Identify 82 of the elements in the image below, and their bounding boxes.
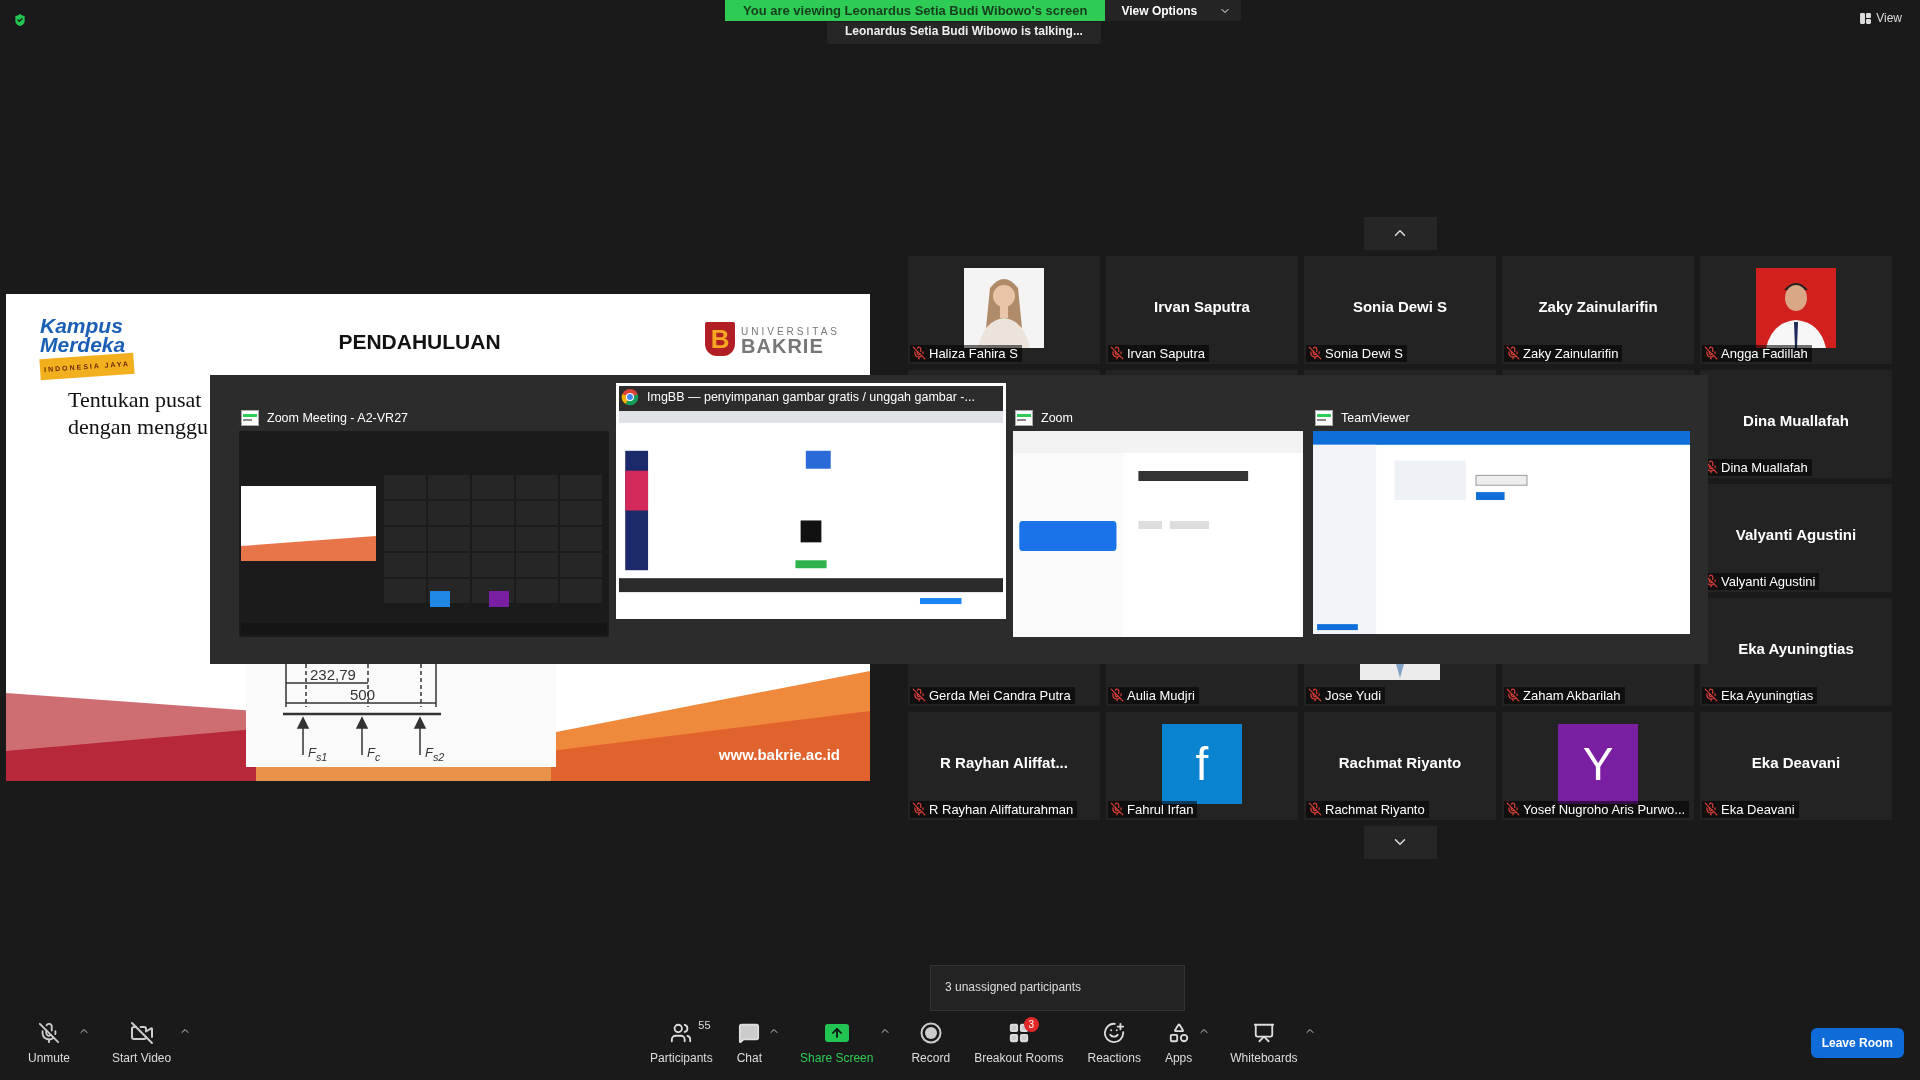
force-label: F$_{s1}$: [308, 745, 328, 763]
participant-display-name: Eka Ayuningtias: [1738, 640, 1854, 657]
avatar-letter: Y: [1582, 736, 1614, 791]
security-shield-icon: [12, 12, 28, 28]
active-speaker-label: Leonardus Setia Budi Wibowo is talking...: [827, 22, 1101, 44]
participant-name: Eka Ayuningtias: [1721, 687, 1814, 703]
window-option[interactable]: Zoom Meeting - A2-VR27: [236, 405, 612, 640]
logo-text: BAKRIE: [741, 339, 825, 353]
dimension-label: 500: [350, 686, 376, 703]
share-button[interactable]: Share Screen: [790, 1020, 884, 1065]
participant-name: R Rayhan Aliffaturahman: [929, 801, 1074, 817]
whiteboards-button[interactable]: Whiteboards: [1220, 1020, 1308, 1065]
mute-button[interactable]: Unmute: [18, 1020, 81, 1065]
participants-button[interactable]: 55 Participants: [640, 1020, 723, 1065]
participant-display-name: Dina Muallafah: [1743, 412, 1849, 429]
window-option[interactable]: Zoom: [1010, 405, 1306, 640]
screen-share-banner: You are viewing Leonardus Setia Budi Wibowo's screen: [725, 0, 1106, 21]
participant-name: Sonia Dewi S: [1325, 345, 1404, 361]
share-screen-icon: [824, 1023, 849, 1042]
force-label: F$_{s2}$: [425, 745, 445, 763]
view-button[interactable]: View: [1853, 10, 1908, 26]
participant-name: Yosef Nugroho Aris Purwo...: [1523, 801, 1686, 817]
force-label: F$_{c}$: [367, 745, 381, 763]
whiteboard-icon: [1252, 1021, 1275, 1044]
participant-name: Zaky Zainularifin: [1523, 345, 1619, 361]
participant-display-name: Zaky Zainularifin: [1538, 298, 1658, 315]
count-badge: 3: [1023, 1016, 1039, 1032]
view-options-button[interactable]: View Options: [1105, 0, 1242, 21]
window-title: Zoom Meeting - A2-VR27: [267, 411, 409, 425]
participant-name: Valyanti Agustini: [1721, 573, 1816, 589]
video-button[interactable]: Start Video: [102, 1020, 182, 1065]
window-option[interactable]: ImgBB — penyimpanan gambar gratis / unggah gambar -...: [616, 383, 1006, 619]
slide-text-line: dengan menggu: [68, 413, 208, 440]
browser-icon: [621, 388, 639, 406]
reactions-icon: [1103, 1021, 1126, 1044]
window-icon: [241, 410, 259, 426]
participant-display-name: Sonia Dewi S: [1352, 298, 1448, 315]
apps-button[interactable]: Apps: [1154, 1020, 1203, 1065]
window-title: TeamViewer: [1341, 411, 1410, 425]
window-title: ImgBB — penyimpanan gambar gratis / unggah gambar -...: [647, 390, 975, 404]
participant-name: Irvan Saputra: [1127, 345, 1206, 361]
record-icon: [919, 1021, 942, 1044]
window-option[interactable]: TeamViewer: [1310, 405, 1693, 637]
participant-display-name: Rachmat Riyanto: [1338, 754, 1462, 771]
participant-display-name: Eka Deavani: [1751, 754, 1841, 771]
reactions-button[interactable]: Reactions: [1077, 1020, 1151, 1065]
window-icon: [1315, 410, 1333, 426]
participant-display-name: Irvan Saputra: [1154, 298, 1250, 315]
participant-count: 55: [698, 1018, 711, 1031]
participant-display-name: R Rayhan Aliffat...: [940, 754, 1068, 771]
participant-name: Eka Deavani: [1721, 801, 1795, 817]
window-title: Zoom: [1041, 411, 1073, 425]
participants-icon: [670, 1021, 693, 1044]
participant-name: Rachmat Riyanto: [1325, 801, 1425, 817]
logo-text: Kampus: [40, 316, 124, 335]
university-logo-mark: B: [705, 322, 736, 356]
tooltip: 3 unassigned participants: [930, 965, 1185, 1011]
leave-room-button[interactable]: Leave Room: [1810, 1027, 1904, 1058]
participant-name: Angga Fadillah: [1721, 345, 1808, 361]
participant-display-name: Valyanti Agustini: [1735, 526, 1857, 543]
chat-button[interactable]: Chat: [726, 1020, 773, 1065]
apps-icon: [1167, 1021, 1190, 1044]
participant-name: Dina Muallafah: [1721, 459, 1808, 475]
logo-text: UNIVERSITAS: [741, 325, 840, 339]
slide-text-line: Tentukan pusat: [68, 386, 202, 413]
avatar-letter: f: [1195, 736, 1209, 791]
participant-name: Jose Yudi: [1325, 687, 1382, 703]
participant-name: Fahrul Irfan: [1127, 801, 1194, 817]
layout-icon: [1859, 11, 1873, 25]
slide-footer-url: www.bakrie.ac.id: [718, 746, 840, 763]
participant-name: Aulia Mudjri: [1127, 687, 1195, 703]
chat-icon: [738, 1021, 761, 1044]
dimension-label: 232,79: [310, 666, 356, 683]
record-button[interactable]: Record: [901, 1020, 961, 1065]
slide-title: PENDAHULUAN: [338, 330, 501, 354]
breakout-rooms-icon: [1007, 1021, 1030, 1044]
window-icon: [1015, 410, 1033, 426]
video-off-icon: [129, 1020, 154, 1045]
muted-mic-icon: [38, 1021, 60, 1044]
participant-name: Gerda Mei Candra Putra: [929, 687, 1071, 703]
participant-name: Haliza Fahira S: [929, 345, 1018, 361]
participant-name: Zaham Akbarilah: [1523, 687, 1621, 703]
